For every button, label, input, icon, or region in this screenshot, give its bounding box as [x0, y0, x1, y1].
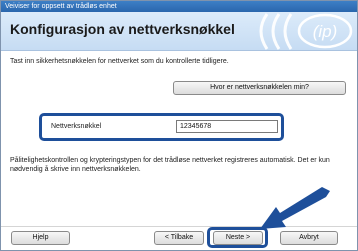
back-button[interactable]: < Tilbake: [154, 231, 204, 245]
window-title: Veiviser for oppsett av trådløs enhet: [5, 3, 117, 10]
network-key-label: Nettverksnøkkel: [51, 123, 102, 130]
cancel-button[interactable]: Avbryt: [280, 231, 338, 245]
help-button[interactable]: Hjelp: [11, 231, 70, 245]
wizard-header: Konfigurasjon av nettverksnøkkel (ip): [1, 12, 357, 51]
arrow-pointer-icon: [260, 187, 330, 229]
info-text: Pålitelighetskontrollen og krypteringsty…: [10, 157, 330, 173]
svg-text:(ip): (ip): [313, 22, 338, 41]
next-button[interactable]: Neste >: [213, 231, 263, 245]
wizard-window: Veiviser for oppsett av trådløs enhet Ko…: [0, 0, 358, 251]
wifi-logo-icon: (ip): [259, 13, 353, 50]
network-key-group: Nettverksnøkkel: [39, 113, 284, 141]
page-title: Konfigurasjon av nettverksnøkkel: [10, 21, 235, 37]
network-key-input[interactable]: [176, 120, 278, 133]
where-is-key-button[interactable]: Hvor er nettverksnøkkelen min?: [173, 81, 346, 95]
instruction-text: Tast inn sikkerhetsnøkkelen for nettverk…: [10, 58, 229, 65]
window-titlebar: Veiviser for oppsett av trådløs enhet: [1, 1, 357, 12]
